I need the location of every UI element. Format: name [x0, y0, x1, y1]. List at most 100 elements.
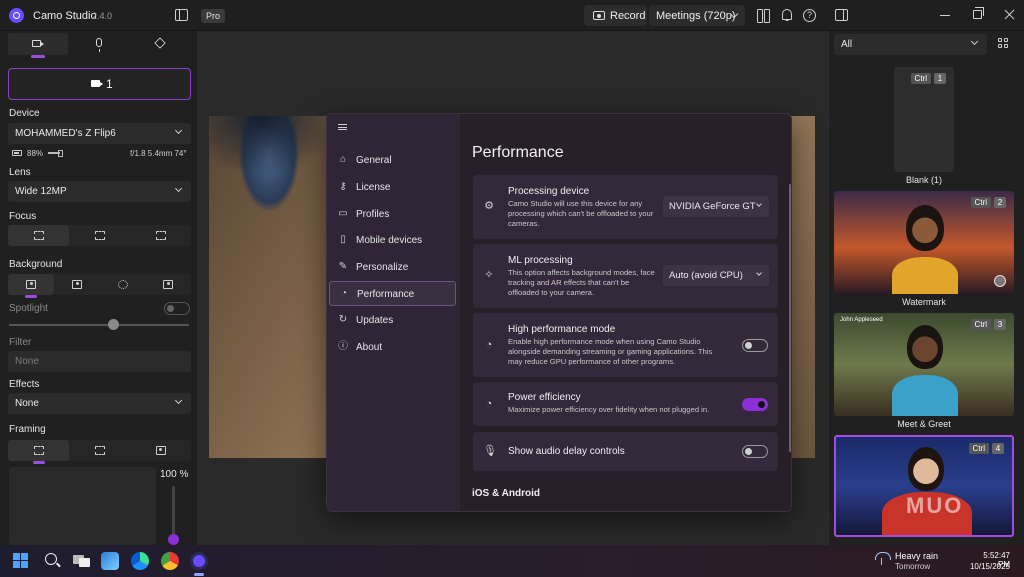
nav-item-personalize[interactable]: ✎ Personalize — [329, 255, 456, 280]
audio-delay-toggle[interactable] — [742, 445, 768, 458]
preset-dropdown[interactable]: Meetings (720p) — [649, 5, 745, 26]
processing-device-select[interactable]: NVIDIA GeForce GT — [663, 196, 769, 217]
bell-icon[interactable] — [780, 9, 793, 22]
nav-item-performance[interactable]: ◔ Performance — [329, 281, 456, 306]
focus-face-icon — [94, 231, 105, 240]
spotlight-slider[interactable] — [9, 324, 189, 326]
maximize-icon[interactable] — [973, 7, 984, 19]
presenter-figure — [908, 447, 944, 491]
tab-camera[interactable] — [8, 33, 68, 58]
tab-audio[interactable] — [69, 33, 129, 55]
photos-app-icon[interactable] — [101, 552, 119, 570]
nav-item-about[interactable]: ⓘ About — [329, 335, 456, 360]
edge-browser-icon[interactable] — [131, 552, 149, 570]
app-title: Camo Studio — [33, 10, 97, 22]
dialog-scrollbar[interactable] — [789, 184, 791, 452]
close-window-icon[interactable] — [1004, 9, 1015, 20]
lens-select[interactable]: Wide 12MP — [8, 181, 191, 202]
background-replace-option[interactable] — [145, 274, 191, 295]
nav-item-mobile-devices[interactable]: ▯ Mobile devices — [329, 228, 456, 253]
framing-manual-option[interactable] — [8, 440, 69, 464]
microphone-icon: 🎙 — [483, 445, 497, 457]
framing-preview[interactable] — [9, 467, 156, 545]
setting-description: This option affects background modes, fa… — [508, 268, 655, 297]
ml-processing-select[interactable]: Auto (avoid CPU) — [663, 265, 769, 286]
background-blur-option[interactable] — [54, 274, 100, 295]
focus-manual-option[interactable] — [130, 225, 191, 246]
layers-icon — [154, 37, 166, 49]
grid-view-icon[interactable] — [998, 38, 1009, 49]
zoom-slider-thumb[interactable] — [168, 534, 179, 545]
person-blur-icon — [72, 280, 82, 289]
weather-day: Tomorrow — [895, 562, 931, 571]
framing-center-option[interactable] — [69, 440, 130, 461]
camera-card[interactable]: 1 — [8, 68, 191, 100]
spotlight-toggle[interactable] — [164, 302, 190, 315]
tab-layers[interactable] — [130, 33, 190, 55]
effects-select[interactable]: None — [8, 393, 191, 414]
framing-track-option[interactable] — [130, 440, 191, 461]
record-label: Record — [610, 10, 646, 22]
setting-description: Enable high performance mode when using … — [508, 337, 713, 366]
search-icon[interactable] — [44, 552, 62, 570]
shortcut-key: 1 — [934, 73, 946, 84]
title-bar: Camo Studio 2.4.0 Pro Record Meetings (7… — [0, 0, 1024, 31]
scene-card-active[interactable]: MUO Ctrl 4 — [834, 435, 1014, 537]
person-replace-icon — [163, 280, 173, 289]
high-performance-toggle[interactable] — [742, 339, 768, 352]
camera-icon — [32, 40, 44, 47]
pro-badge[interactable]: Pro — [201, 9, 226, 23]
weather-condition[interactable]: Heavy rain — [895, 551, 938, 561]
nav-label: General — [356, 155, 392, 166]
chrome-browser-icon[interactable] — [161, 552, 179, 570]
power-efficiency-toggle[interactable] — [742, 398, 768, 411]
task-view-icon[interactable] — [73, 552, 91, 570]
right-panel-toggle-icon[interactable] — [835, 9, 848, 21]
background-none-option[interactable] — [8, 274, 54, 298]
setting-title: Processing device — [508, 186, 590, 197]
monitor-icon: ▭ — [338, 208, 348, 219]
scene-name: Blank (1) — [905, 175, 942, 185]
background-remove-option[interactable] — [100, 274, 145, 295]
help-icon[interactable]: ? — [803, 9, 816, 22]
sidebar-toggle-icon[interactable] — [175, 9, 188, 21]
focus-auto-option[interactable] — [8, 225, 69, 246]
filter-select[interactable]: None — [8, 351, 191, 372]
camo-app-icon[interactable] — [190, 552, 208, 570]
presenter-figure — [907, 325, 943, 369]
minimize-icon[interactable] — [940, 15, 950, 17]
spotlight-slider-thumb[interactable] — [107, 319, 119, 330]
background-mode-selector — [8, 274, 191, 298]
nav-item-general[interactable]: ⌂ General — [329, 148, 456, 173]
active-app-indicator — [194, 573, 204, 576]
scene-card-blank[interactable]: Ctrl 1 — [894, 67, 954, 172]
gauge-icon: ◔ — [485, 398, 493, 410]
active-option-indicator — [25, 295, 37, 298]
rain-umbrella-icon[interactable] — [874, 552, 891, 566]
device-select[interactable]: MOHAMMED's Z Flip6 — [8, 123, 191, 144]
refresh-icon: ↻ — [338, 314, 348, 325]
nav-item-license[interactable]: ⚷ License — [329, 175, 456, 200]
nav-item-updates[interactable]: ↻ Updates — [329, 308, 456, 333]
scene-filter-select[interactable]: All — [834, 34, 987, 55]
clock-date[interactable]: 10/15/2025 — [960, 562, 1010, 571]
camo-studio-window: Camo Studio 2.4.0 Pro Record Meetings (7… — [0, 0, 1024, 577]
nav-label: Profiles — [356, 209, 390, 220]
focus-face-option[interactable] — [69, 225, 130, 246]
scene-card-watermark[interactable]: Ctrl 2 — [834, 191, 1014, 294]
record-button[interactable]: Record — [584, 5, 647, 26]
focus-auto-icon — [33, 231, 44, 240]
framing-mode-selector — [8, 440, 191, 464]
presenter-figure — [906, 205, 944, 251]
nav-item-profiles[interactable]: ▭ Profiles — [329, 202, 456, 227]
effects-label: Effects — [9, 379, 40, 390]
hamburger-menu-icon[interactable] — [338, 124, 347, 130]
split-view-icon[interactable] — [757, 9, 770, 23]
windows-start-icon[interactable] — [12, 552, 30, 570]
focus-label: Focus — [9, 211, 37, 222]
scene-card-meet-greet[interactable]: John Appleseed Ctrl 3 — [834, 313, 1014, 416]
left-panel-tabs — [8, 33, 190, 58]
presenter-body — [892, 257, 958, 294]
framing-manual-icon — [33, 446, 44, 455]
background-remove-icon — [117, 280, 128, 289]
